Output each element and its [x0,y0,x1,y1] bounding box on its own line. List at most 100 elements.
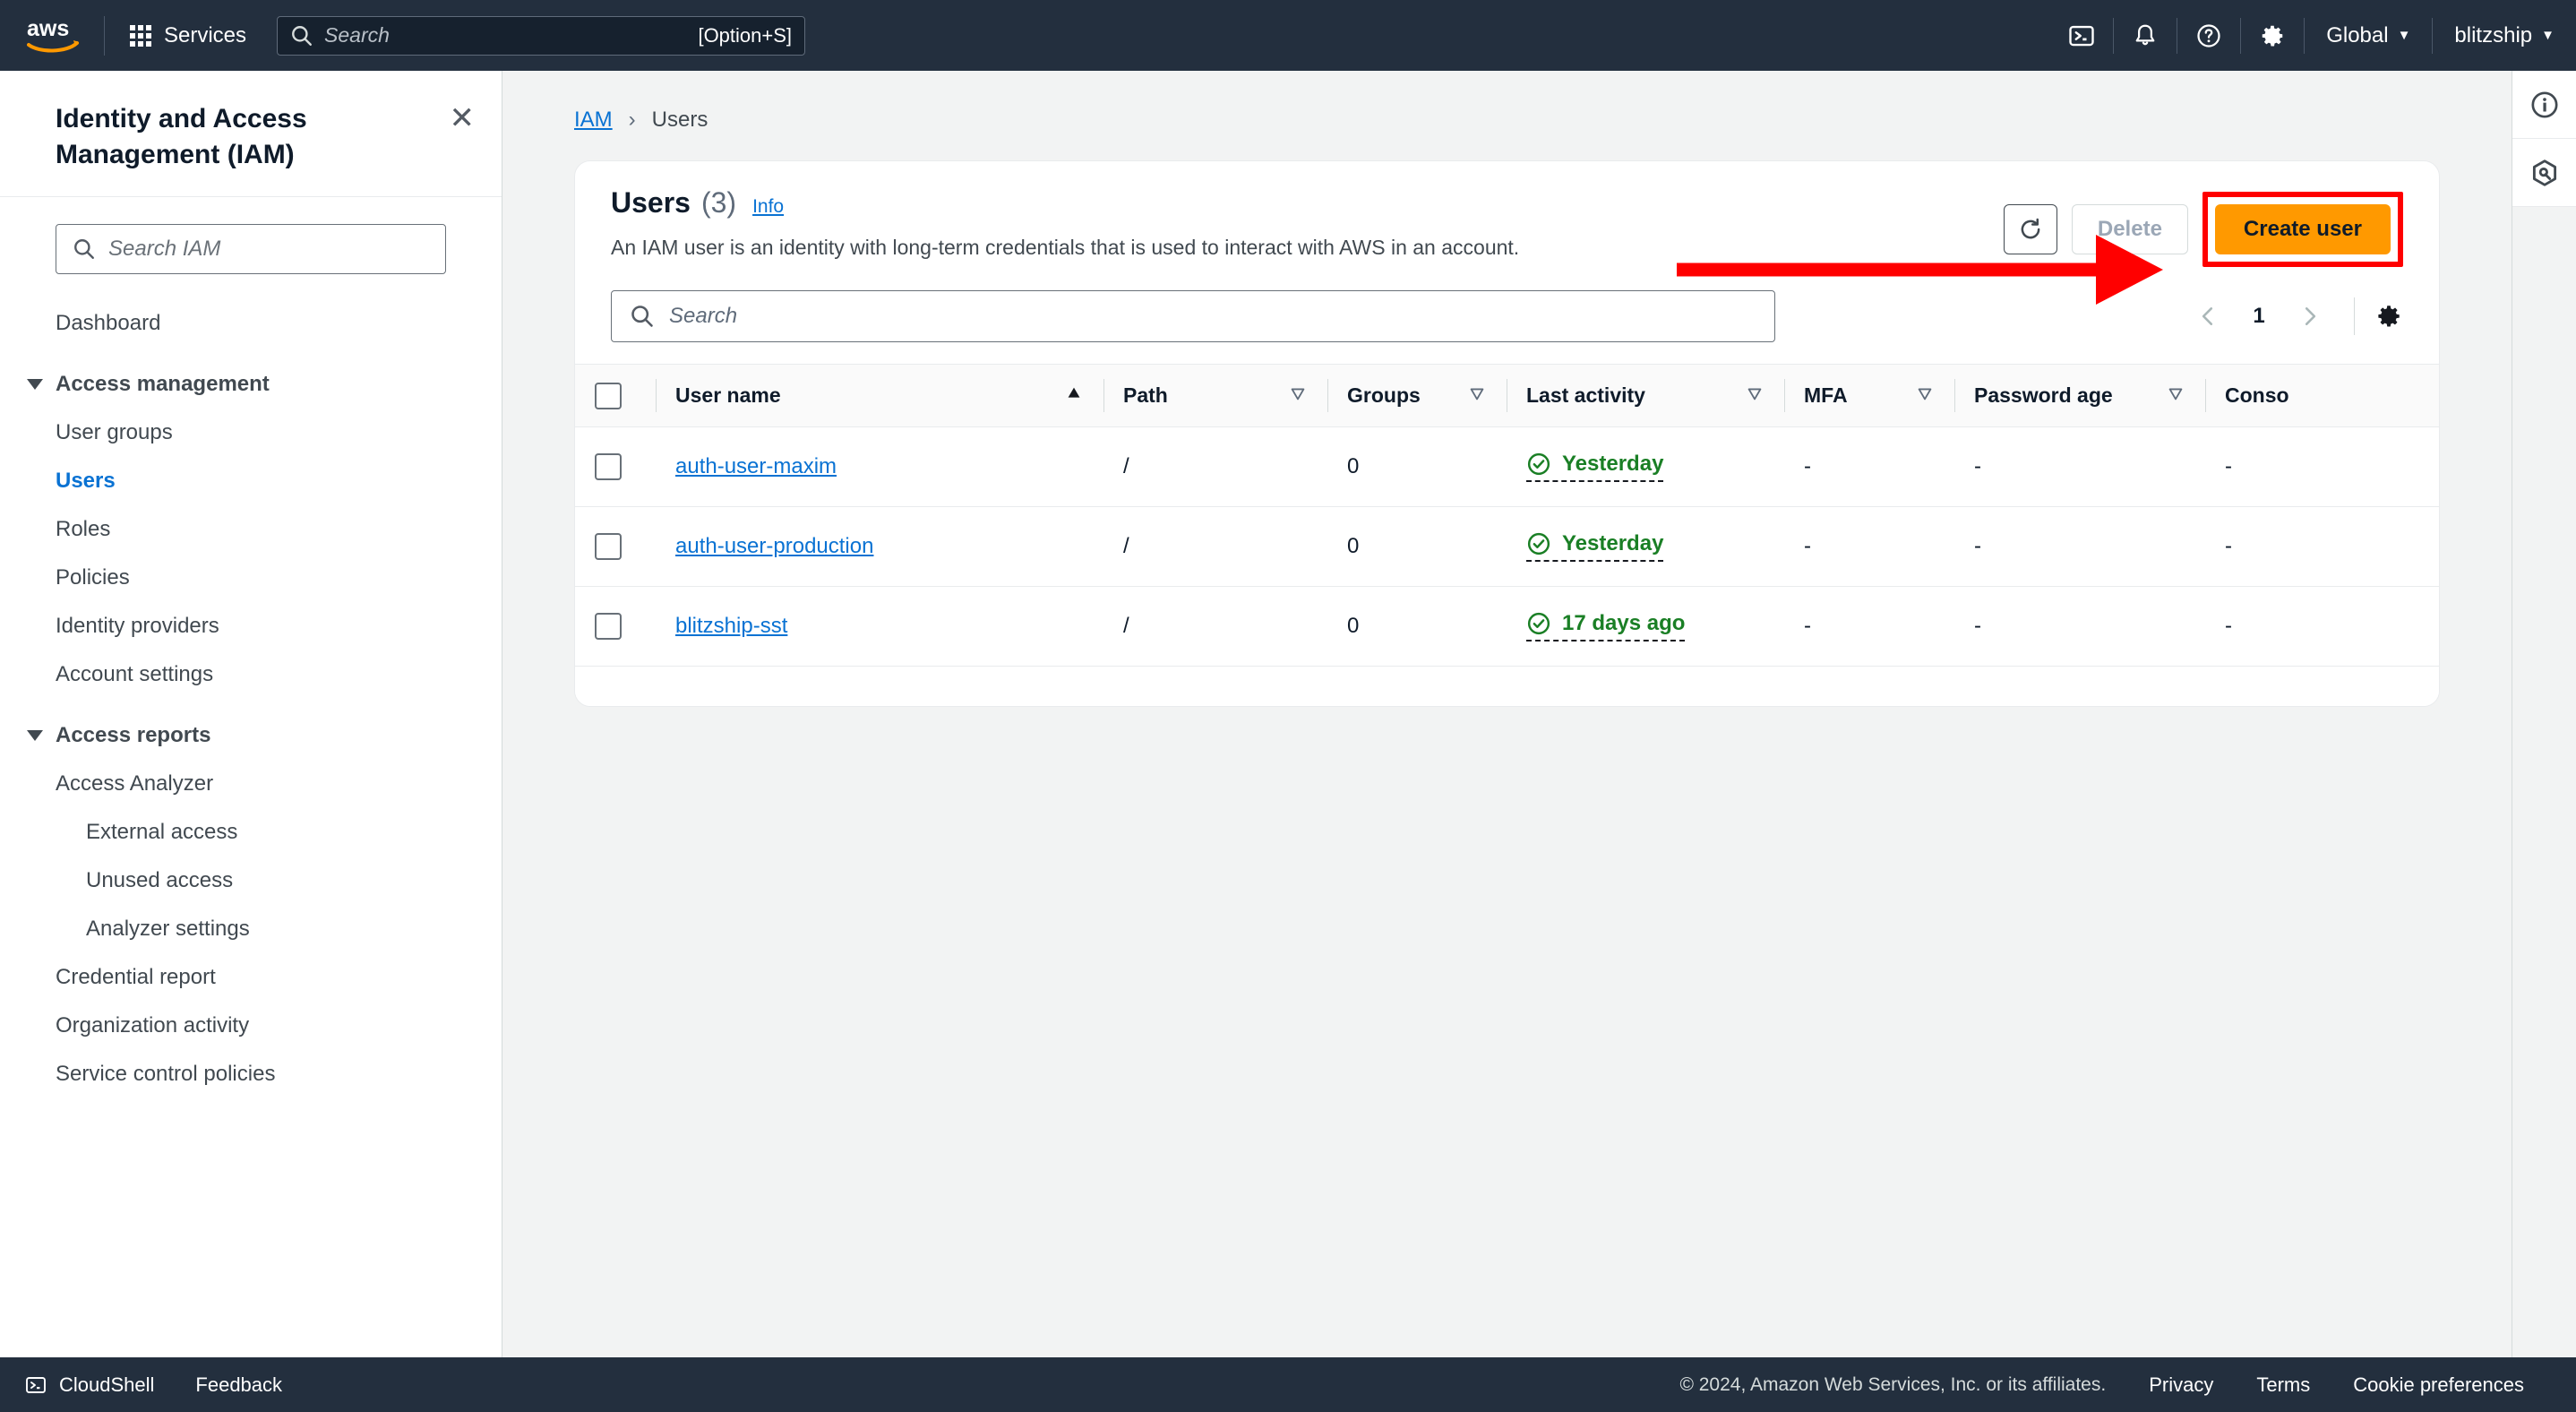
cookie-preferences-link[interactable]: Cookie preferences [2353,1373,2524,1397]
delete-button: Delete [2071,204,2188,254]
sort-ascending-icon[interactable] [1050,383,1084,409]
status-check-icon [1527,532,1550,555]
sidebar-item-analyzer-settings[interactable]: Analyzer settings [0,905,502,953]
feedback-link[interactable]: Feedback [195,1373,282,1397]
next-page-button[interactable] [2286,292,2334,340]
sidebar-item-account-settings[interactable]: Account settings [0,650,502,699]
row-checkbox[interactable] [595,453,622,480]
mfa-cell: - [1784,426,1954,507]
info-circle-icon[interactable] [2512,71,2576,139]
info-link[interactable]: Info [752,196,784,218]
path-cell: / [1103,426,1327,507]
column-header-path[interactable]: Path [1103,364,1327,427]
services-menu-button[interactable]: Services [125,16,252,56]
sort-toggle-icon[interactable] [1901,383,1935,409]
sidebar-item-unused-access[interactable]: Unused access [0,857,502,905]
account-menu[interactable]: blitzship ▼ [2433,0,2576,71]
select-all-checkbox[interactable] [595,382,622,409]
terms-link[interactable]: Terms [2256,1373,2310,1397]
sidebar-item-policies[interactable]: Policies [0,554,502,602]
sidebar-item-credential-report[interactable]: Credential report [0,953,502,1002]
copyright-text: © 2024, Amazon Web Services, Inc. or its… [1679,1373,2107,1395]
panel-description: An IAM user is an identity with long-ter… [611,236,1520,259]
top-navigation-bar: aws Services Search [Option+S] Global ▼ … [0,0,2576,71]
sidebar-title: Identity and Access Management (IAM) [56,104,307,169]
global-search-input[interactable]: Search [Option+S] [277,15,806,56]
cloudshell-label: CloudShell [59,1373,155,1396]
prev-page-button[interactable] [2184,292,2232,340]
pagination-group: 1 [2184,292,2403,340]
sidebar-group-label: Access management [56,371,270,396]
mfa-cell: - [1784,506,1954,587]
panel-header: Users (3) Info An IAM user is an identit… [575,161,2439,290]
refresh-button[interactable] [2003,204,2057,254]
breadcrumb-current: Users [651,108,708,132]
sidebar-group-access-management[interactable]: Access management [0,360,502,409]
column-header-name[interactable]: User name [656,364,1103,427]
sidebar-item-dashboard[interactable]: Dashboard [0,299,502,348]
nav-divider [104,15,105,56]
user-name-link[interactable]: auth-user-maxim [675,454,837,478]
sidebar-item-external-access[interactable]: External access [0,808,502,857]
column-header-mfa[interactable]: MFA [1784,364,1954,427]
cloudshell-icon[interactable] [2050,0,2113,71]
sidebar-item-user-groups[interactable]: User groups [0,409,502,457]
region-selector[interactable]: Global ▼ [2305,0,2432,71]
search-iam-input[interactable]: Search IAM [56,223,446,274]
user-name-link[interactable]: blitzship-sst [675,614,787,638]
sort-toggle-icon[interactable] [1730,383,1765,409]
user-name-link[interactable]: auth-user-production [675,534,873,558]
column-header-groups[interactable]: Groups [1327,364,1507,427]
users-search-input[interactable]: Search [611,290,1775,342]
search-icon [292,25,312,46]
amazon-q-icon[interactable] [2512,139,2576,207]
page-number[interactable]: 1 [2239,304,2279,329]
column-header-label: User name [675,383,781,407]
breadcrumb-iam[interactable]: IAM [574,108,613,133]
last-activity-value: Yesterday [1526,531,1664,562]
sort-toggle-icon[interactable] [1274,383,1308,409]
sort-toggle-icon[interactable] [2151,383,2185,409]
table-body: auth-user-maxim/0 Yesterday - - - auth-user-p… [575,426,2439,667]
status-check-icon [1527,452,1550,475]
settings-gear-icon[interactable] [2241,0,2304,71]
table-filter-row: Search 1 [575,290,2439,364]
sidebar-item-access-analyzer[interactable]: Access Analyzer [0,760,502,808]
column-header-pwd[interactable]: Password age [1954,364,2205,427]
sidebar-item-organization-activity[interactable]: Organization activity [0,1002,502,1050]
password-age-cell: - [1954,586,2205,667]
page-layout: Identity and Access Management (IAM) ✕ S… [0,71,2576,1357]
close-icon[interactable]: ✕ [450,103,476,133]
table-preferences-button[interactable] [2374,302,2403,331]
bell-icon[interactable] [2114,0,2177,71]
iam-sidebar: Identity and Access Management (IAM) ✕ S… [0,71,502,1357]
password-age-cell: - [1954,506,2205,587]
column-header-console[interactable]: Conso [2205,364,2439,427]
groups-cell: 0 [1327,586,1507,667]
last-activity-cell: Yesterday [1507,506,1784,587]
aws-logo[interactable]: aws [27,16,84,55]
password-age-cell: - [1954,426,2205,507]
create-user-button[interactable]: Create user [2214,204,2391,254]
help-icon[interactable] [2177,0,2240,71]
row-checkbox[interactable] [595,533,622,560]
table-header-row: User name Path Groups Last activity MFA Passw… [575,364,2439,427]
privacy-link[interactable]: Privacy [2149,1373,2213,1397]
sort-toggle-icon[interactable] [1453,383,1487,409]
column-header-last[interactable]: Last activity [1507,364,1784,427]
cloudshell-footer-button[interactable]: CloudShell [25,1373,154,1397]
search-icon [74,238,94,259]
sidebar-navigation: Dashboard Access management User groups Use… [0,287,502,1116]
sidebar-item-roles[interactable]: Roles [0,505,502,554]
grid-icon [130,24,151,47]
chevron-right-icon [2305,307,2316,325]
sidebar-item-users[interactable]: Users [0,457,502,505]
column-header-label: Path [1123,383,1168,407]
console-cell: - [2205,506,2439,587]
sidebar-item-service-control-policies[interactable]: Service control policies [0,1050,502,1098]
sidebar-item-identity-providers[interactable]: Identity providers [0,602,502,650]
column-header-label: Groups [1347,383,1421,407]
row-checkbox[interactable] [595,613,622,640]
users-table-wrap: User name Path Groups Last activity MFA Passw… [575,364,2439,667]
sidebar-group-access-reports[interactable]: Access reports [0,711,502,760]
